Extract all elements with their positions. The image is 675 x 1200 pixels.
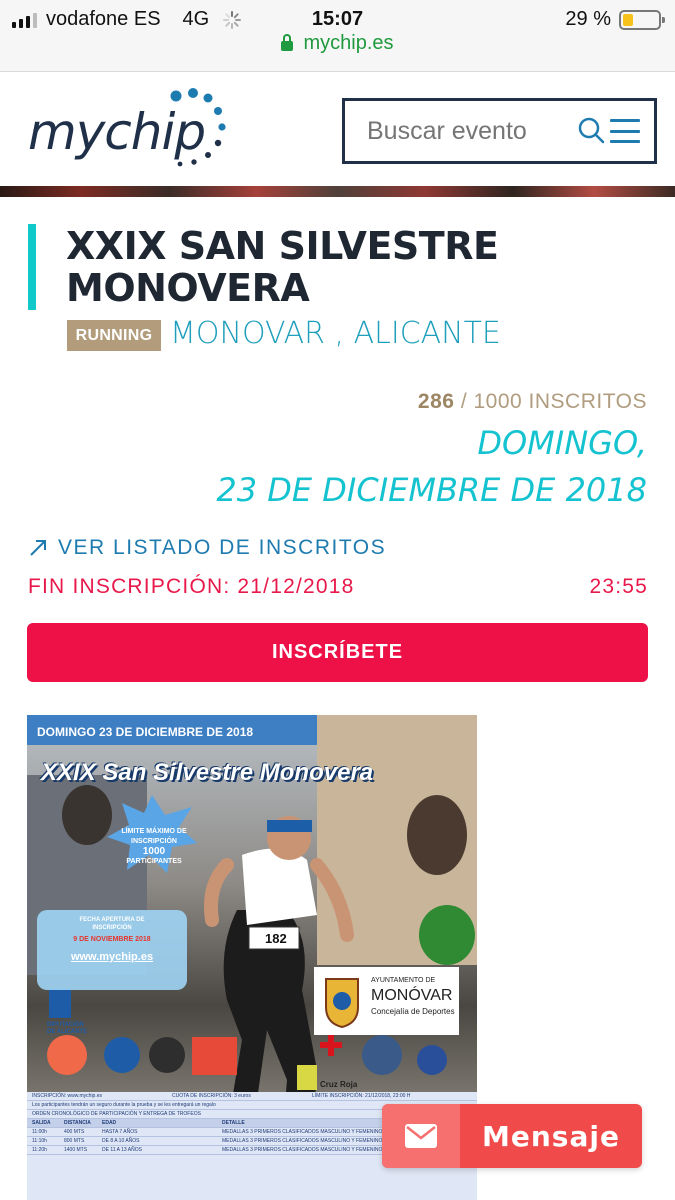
poster-table-cell: 800 MTS: [64, 1138, 85, 1144]
carrier-name: vodafone ES: [46, 8, 161, 30]
poster-table-topline: INSCRIPCIÓN: www.mychip.es CUOTA DE INSC…: [27, 1092, 477, 1101]
poster-info-url: www.mychip.es: [70, 951, 154, 963]
poster-table-cell: 11:00h: [32, 1129, 47, 1135]
search-input[interactable]: [367, 116, 567, 146]
poster-star-line: PARTICIPANTES: [126, 858, 182, 865]
crest-icon: [325, 978, 359, 1029]
poster-star-number: 1000: [142, 846, 166, 857]
poster-info-line: INSCRIPCIÓN: [92, 925, 132, 931]
logo-dots-icon: [170, 88, 226, 167]
deadline-label: FIN INSCRIPCIÓN: 21/12/2018: [28, 575, 355, 598]
search-box[interactable]: [342, 98, 657, 164]
poster-table-cell: LÍMITE INSCRIPCIÓN: 21/12/2018, 23:00 H: [312, 1093, 411, 1099]
event-date-full: 23 DE DICIEMBRE DE 2018: [216, 471, 647, 509]
poster-table-cell: 11:10h: [32, 1138, 47, 1144]
lock-icon: [281, 33, 294, 51]
arrow-up-right-icon: [30, 540, 46, 556]
menu-icon[interactable]: [610, 119, 640, 143]
poster-diputacion-line: DE ALICANTE: [47, 1029, 88, 1035]
poster-table-cell: CUOTA DE INSCRIPCIÓN: 3 euros: [172, 1093, 251, 1099]
site-header: mychip: [0, 73, 675, 186]
registrants-counter: 286 / 1000 INSCRITOS: [418, 390, 647, 414]
status-right: 29 %: [565, 8, 665, 31]
poster-date: DOMINGO 23 DE DICIEMBRE DE 2018: [37, 725, 254, 739]
message-button-label: Mensaje: [482, 1119, 620, 1153]
envelope-icon-box: [382, 1104, 460, 1168]
event-banner-image: [0, 186, 675, 197]
poster-table-cell: INSCRIPCIÓN: www.mychip.es: [32, 1093, 103, 1099]
registrants-count: 286: [417, 390, 455, 413]
poster-ayuntamiento-logo: AYUNTAMENTO DE MONÓVAR Concejalía de Dep…: [314, 967, 459, 1035]
event-title: XXIX SAN SILVESTRE MONOVERA: [66, 224, 499, 310]
poster-title: XXIX San Silvestre Monovera: [41, 759, 374, 786]
sport-badge: RUNNING: [67, 320, 161, 351]
poster-table-cell: HASTA 7 AÑOS: [102, 1129, 138, 1135]
poster-table-cell: ORDEN CRONOLÓGICO DE PARTICIPACIÓN Y ENT…: [32, 1111, 201, 1117]
poster-table-cell: DE 8 A 10 AÑOS: [102, 1138, 140, 1144]
search-icon[interactable]: [577, 116, 605, 144]
poster-table-cell: 11:20h: [32, 1147, 47, 1153]
poster-table-header-cell: SALIDA: [32, 1120, 51, 1126]
poster-info-date: 9 DE NOVIEMBRE 2018: [73, 936, 151, 943]
address-bar[interactable]: mychip.es: [0, 32, 675, 55]
poster-ayto-name: MONÓVAR: [371, 987, 453, 1004]
view-registrants-label: VER LISTADO DE INSCRITOS: [58, 536, 387, 559]
battery-icon: [619, 9, 665, 30]
poster-diputacion-logo: DIPUTACIÓN DE ALICANTE: [47, 1022, 87, 1036]
registration-deadline: FIN INSCRIPCIÓN: 21/12/2018 23:55: [28, 575, 648, 599]
register-button[interactable]: INSCRÍBETE: [27, 623, 648, 682]
poster-star-line: LÍMITE MÁXIMO DE: [121, 828, 187, 835]
poster-table-cell: 400 MTS: [64, 1129, 85, 1135]
poster-table-cell: DE 11 A 13 AÑOS: [102, 1147, 142, 1153]
poster-ayto-line: AYUNTAMENTO DE: [371, 977, 436, 984]
loading-spinner-icon: [223, 10, 242, 29]
event-date: DOMINGO, 23 DE DICIEMBRE DE 2018: [216, 420, 647, 514]
registrants-capacity: / 1000 INSCRITOS: [460, 390, 647, 413]
status-left: vodafone ES 4G: [12, 8, 242, 31]
poster-capacity-star: LÍMITE MÁXIMO DE INSCRIPCIÓN 1000 PARTIC…: [109, 827, 199, 867]
event-location: MONOVAR , ALICANTE: [170, 316, 501, 351]
event-date-weekday: DOMINGO,: [477, 424, 647, 462]
signal-strength-icon: [12, 12, 37, 28]
poster-ayto-dept: Concejalía de Deportes: [371, 1007, 455, 1016]
poster-table-cell: 1400 MTS: [64, 1147, 88, 1153]
poster-diputacion-line: DIPUTACIÓN: [47, 1022, 84, 1028]
title-accent-bar: [28, 224, 36, 310]
poster-table-header-cell: EDAD: [102, 1120, 117, 1126]
poster-bib: 182: [265, 931, 287, 946]
deadline-time: 23:55: [589, 575, 648, 598]
mychip-logo[interactable]: mychip: [28, 87, 238, 177]
poster-info-line: FECHA APERTURA DE: [79, 917, 145, 923]
url-text: mychip.es: [303, 32, 394, 54]
poster-table-header-cell: DISTANCIA: [64, 1120, 91, 1126]
battery-fill: [623, 13, 633, 26]
ios-status-bar: vodafone ES 4G 15:07 29 % mychip.es: [0, 0, 675, 72]
poster-cruz-roja: Cruz Roja: [320, 1080, 358, 1089]
view-registrants-link[interactable]: VER LISTADO DE INSCRITOS: [28, 536, 386, 560]
battery-percentage: 29 %: [565, 8, 611, 30]
network-type: 4G: [182, 8, 210, 30]
message-button[interactable]: Mensaje: [382, 1104, 642, 1168]
poster-opening-info: FECHA APERTURA DE INSCRIPCIÓN 9 DE NOVIE…: [37, 910, 187, 990]
envelope-icon: [405, 1124, 437, 1148]
poster-table-cell: Los participantes tendrán un seguro dura…: [32, 1102, 216, 1108]
